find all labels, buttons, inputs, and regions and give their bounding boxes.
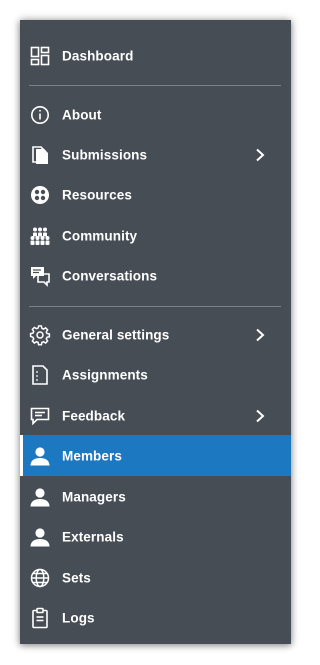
menu-item-resources[interactable]: Resources (20, 174, 291, 215)
menu-item-label: Feedback (62, 408, 126, 423)
chevron-right-icon (255, 148, 265, 162)
menu-item-feedback[interactable]: Feedback (20, 395, 291, 436)
menu-item-label: Externals (62, 529, 124, 544)
user-icon (29, 486, 51, 508)
assignment-icon (29, 364, 51, 386)
menu-item-label: Sets (62, 570, 91, 585)
feedback-icon (29, 405, 51, 427)
menu-item-logs[interactable]: Logs (20, 597, 291, 638)
menu-item-dashboard[interactable]: Dashboard (20, 35, 291, 76)
resources-icon (29, 184, 51, 206)
community-icon (29, 225, 51, 247)
conversations-icon (29, 265, 51, 287)
menu-item-general-settings[interactable]: General settings (20, 314, 291, 355)
menu-item-community[interactable]: Community (20, 215, 291, 256)
menu-item-assignments[interactable]: Assignments (20, 354, 291, 395)
user-icon (29, 445, 51, 467)
menu-item-members[interactable]: Members (20, 435, 291, 476)
menu-item-label: Community (62, 228, 138, 243)
gear-icon (29, 324, 51, 346)
menu-item-label: Submissions (62, 147, 148, 162)
globe-icon (29, 567, 51, 589)
menu-item-label: About (62, 107, 102, 122)
menu-item-label: Managers (62, 489, 126, 504)
menu-item-managers[interactable]: Managers (20, 476, 291, 517)
chevron-right-icon (255, 328, 265, 342)
menu-item-label: Logs (62, 610, 95, 625)
dashboard-icon (29, 45, 51, 67)
menu-item-conversations[interactable]: Conversations (20, 255, 291, 296)
menu-item-about[interactable]: About (20, 94, 291, 135)
menu-item-label: Resources (62, 187, 132, 202)
menu-item-externals[interactable]: Externals (20, 516, 291, 557)
menu-item-label: General settings (62, 327, 170, 342)
menu-divider (29, 85, 281, 86)
menu-item-label: Members (62, 448, 122, 463)
menu-item-label: Assignments (62, 367, 148, 382)
clipboard-icon (29, 607, 51, 629)
menu-divider (29, 306, 281, 307)
chevron-right-icon (255, 409, 265, 423)
menu-item-sets[interactable]: Sets (20, 557, 291, 598)
sidebar-menu: Dashboard About Submissions Resources Co… (20, 20, 291, 644)
menu-item-submissions[interactable]: Submissions (20, 134, 291, 175)
documents-icon (29, 144, 51, 166)
info-icon (29, 104, 51, 126)
menu-item-label: Dashboard (62, 48, 134, 63)
menu-item-label: Conversations (62, 268, 158, 283)
user-icon (29, 526, 51, 548)
